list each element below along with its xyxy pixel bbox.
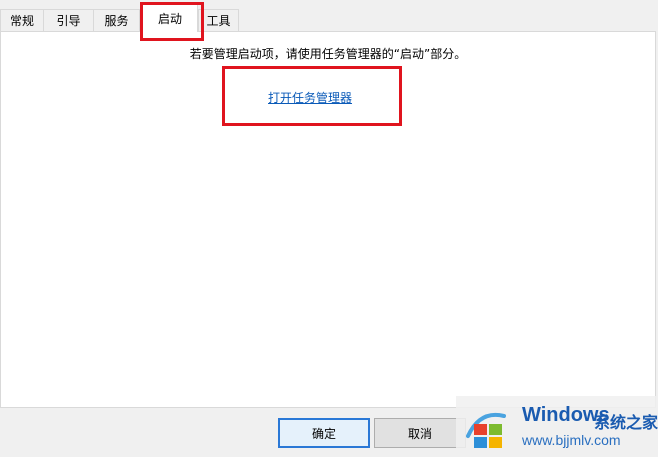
- open-task-manager-link[interactable]: 打开任务管理器: [268, 89, 352, 106]
- tab-tools[interactable]: 工具: [198, 9, 239, 31]
- tab-general-label: 常规: [9, 14, 34, 28]
- tab-services-label: 服务: [104, 14, 129, 28]
- tab-general[interactable]: 常规: [0, 9, 44, 31]
- tab-startup[interactable]: 启动: [142, 4, 198, 32]
- watermark: Windows 系统之家 www.bjjmlv.com: [456, 396, 658, 457]
- tab-strip: 常规 引导 服务 启动 工具: [0, 0, 658, 32]
- watermark-url: www.bjjmlv.com: [522, 432, 621, 448]
- tab-boot-label: 引导: [56, 14, 81, 28]
- startup-hint-text: 若要管理启动项，请使用任务管理器的“启动”部分。: [189, 47, 467, 61]
- tab-services[interactable]: 服务: [93, 9, 140, 31]
- windows-logo-icon: [466, 413, 506, 448]
- watermark-brand-cn: 系统之家: [594, 413, 658, 432]
- ok-button[interactable]: 确定: [278, 418, 370, 448]
- tab-tools-label: 工具: [206, 14, 231, 28]
- tab-startup-label: 启动: [157, 12, 182, 26]
- startup-panel: 若要管理启动项，请使用任务管理器的“启动”部分。 打开任务管理器: [0, 31, 656, 408]
- tab-boot[interactable]: 引导: [43, 9, 94, 31]
- cancel-button[interactable]: 取消: [374, 418, 466, 448]
